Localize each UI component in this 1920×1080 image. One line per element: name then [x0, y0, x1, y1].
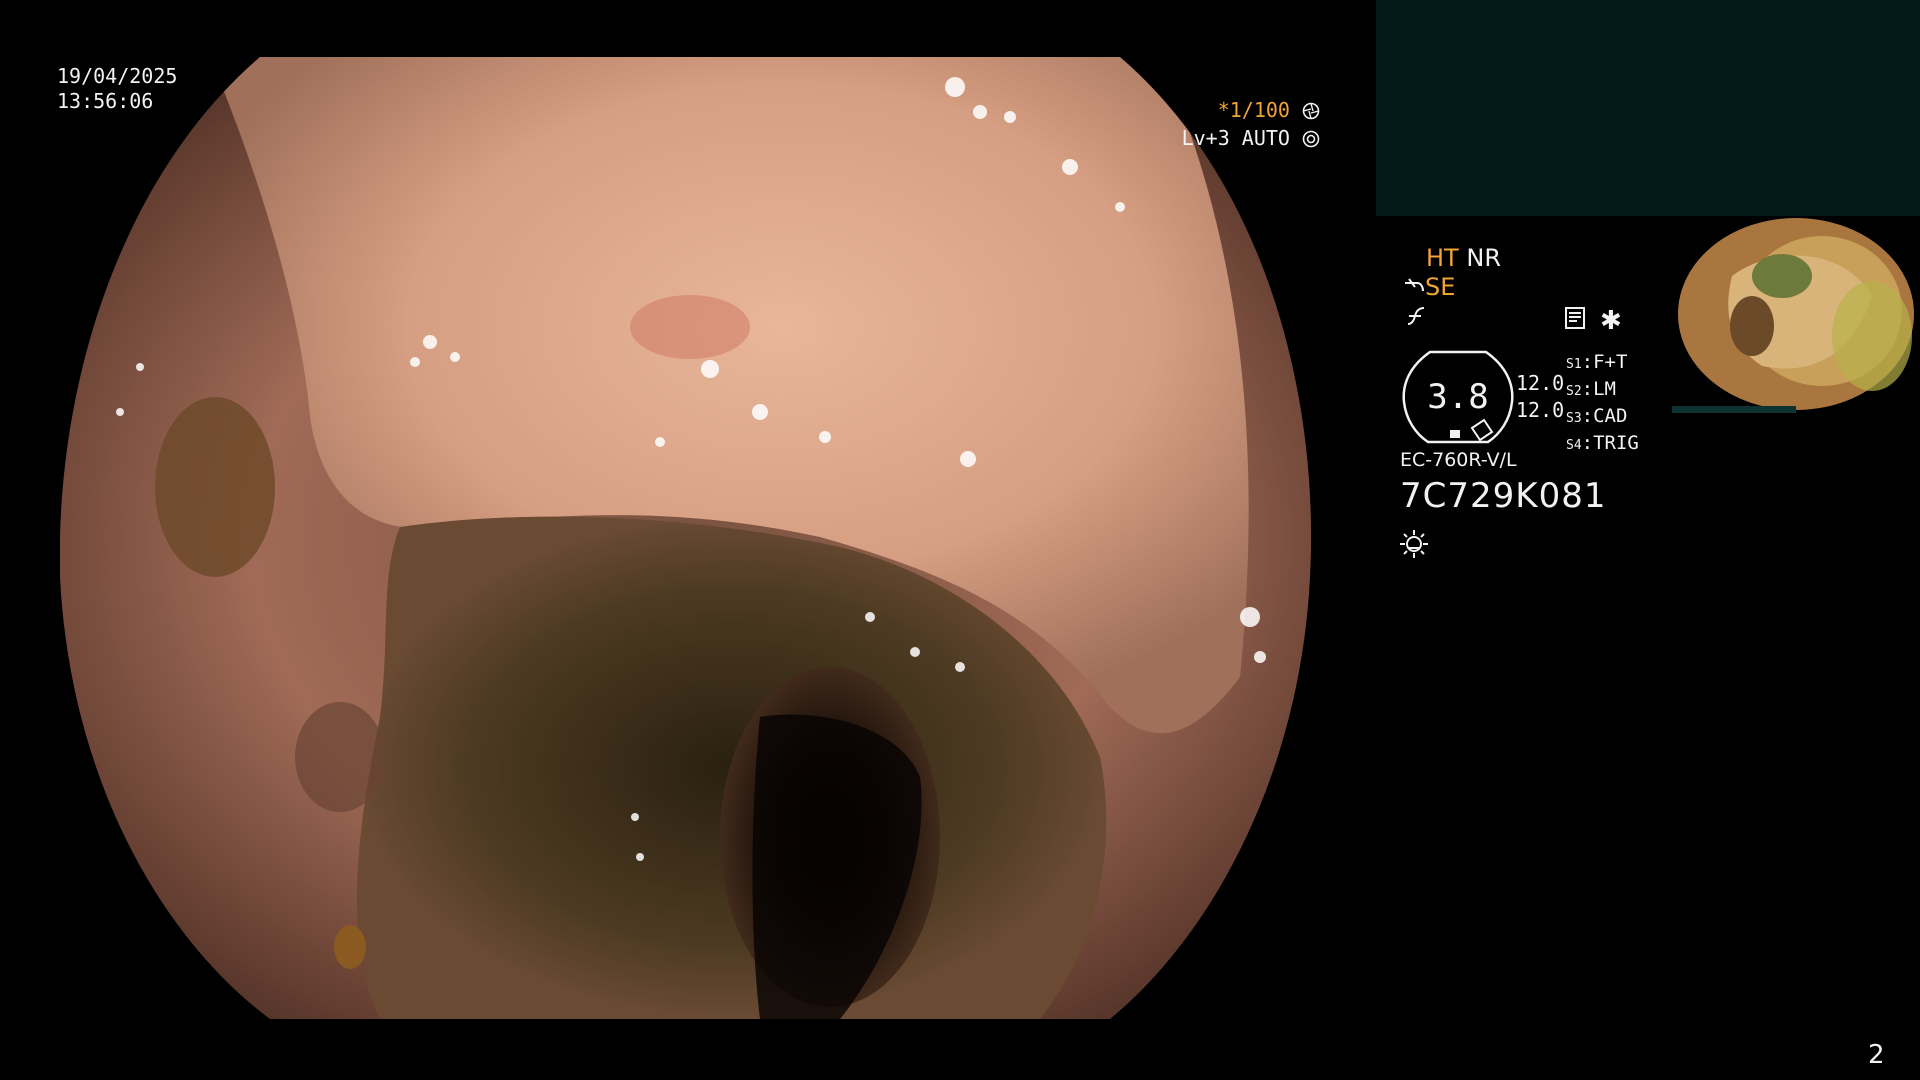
- document-icon: [1565, 307, 1585, 329]
- switch-key: S4: [1566, 438, 1582, 453]
- page-number: 2: [1868, 1040, 1885, 1070]
- gauge-value: 3.8: [1427, 377, 1488, 417]
- time-label: 13:56:06: [57, 89, 154, 113]
- switch-value: TRIG: [1593, 432, 1639, 454]
- ht-label: HT: [1426, 244, 1459, 272]
- switch-value: F+T: [1593, 351, 1628, 373]
- se-label: SE: [1425, 273, 1456, 301]
- reading-1: 12.0: [1516, 371, 1565, 395]
- nr-label: NR: [1466, 244, 1501, 272]
- timestamp: 19/04/2025 13:56:06: [57, 64, 177, 114]
- se-mode: SE: [1403, 273, 1455, 301]
- switch-value: LM: [1593, 378, 1616, 400]
- shutter-prefix: *: [1217, 98, 1230, 122]
- switch-key: S1: [1566, 357, 1582, 372]
- f-curve-icon: [1404, 304, 1428, 335]
- iris-icon: [1302, 102, 1320, 120]
- shutter-value: 1/100: [1229, 98, 1290, 122]
- light-icon: [1400, 530, 1428, 558]
- enhancement-modes: HT NR: [1426, 244, 1501, 272]
- shutter-readout: *1/100: [1218, 98, 1320, 122]
- auto-iris-icon: [1302, 130, 1320, 148]
- readings: 12.0 12.0: [1516, 370, 1564, 424]
- endoscope-image: [60, 57, 1312, 1019]
- brightness-level: Lv+3 AUTO: [1182, 126, 1320, 150]
- thumbnail-bar: [1672, 406, 1796, 413]
- scope-bend-icon: [1405, 278, 1424, 292]
- zoom-gauge: 3.8: [1402, 350, 1514, 444]
- level-label: Lv+3 AUTO: [1181, 126, 1290, 150]
- scope-model: EC-760R-V/L: [1400, 449, 1517, 471]
- switch-row: S4:TRIG: [1566, 432, 1639, 454]
- reading-2: 12.0: [1516, 398, 1565, 422]
- switch-row: S2:LM: [1566, 378, 1616, 400]
- switch-key: S2: [1566, 384, 1582, 399]
- switch-value: CAD: [1593, 405, 1628, 427]
- switch-row: S3:CAD: [1566, 405, 1628, 427]
- switch-key: S3: [1566, 411, 1582, 426]
- switch-row: S1:F+T: [1566, 351, 1628, 373]
- asterisk-icon: ✱: [1600, 306, 1622, 336]
- switch-assignments: S1:F+T S2:LM S3:CAD S4:TRIG: [1566, 350, 1639, 458]
- date-label: 19/04/2025: [57, 64, 178, 88]
- scope-serial: 7C729K081: [1400, 476, 1607, 516]
- info-panel: [1376, 0, 1920, 216]
- thumbnail-image: [1672, 216, 1920, 414]
